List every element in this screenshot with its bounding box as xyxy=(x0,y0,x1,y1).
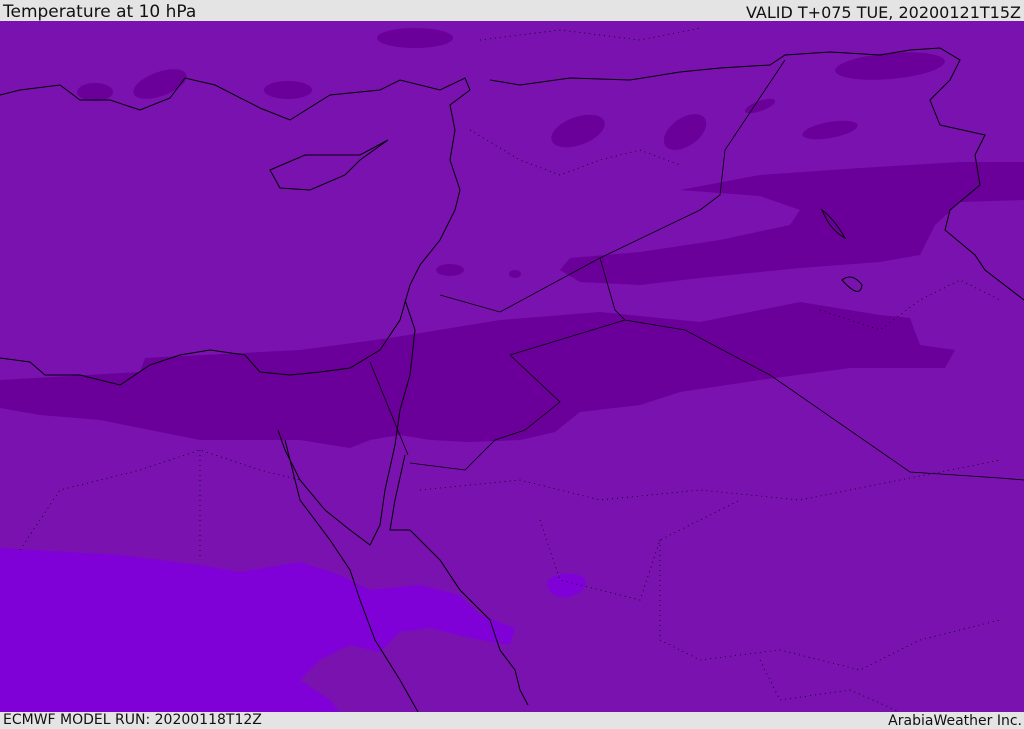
model-run: ECMWF MODEL RUN: 20200118T12Z xyxy=(3,712,262,728)
temperature-map[interactable] xyxy=(0,21,1024,712)
map-title: Temperature at 10 hPa xyxy=(3,2,197,22)
credit: ArabiaWeather Inc. xyxy=(888,713,1022,729)
header-bar: Temperature at 10 hPa VALID T+075 TUE, 2… xyxy=(0,0,1024,21)
valid-time: VALID T+075 TUE, 20200121T15Z xyxy=(745,3,1021,22)
footer-bar: ECMWF MODEL RUN: 20200118T12Z ArabiaWeat… xyxy=(0,712,1024,729)
